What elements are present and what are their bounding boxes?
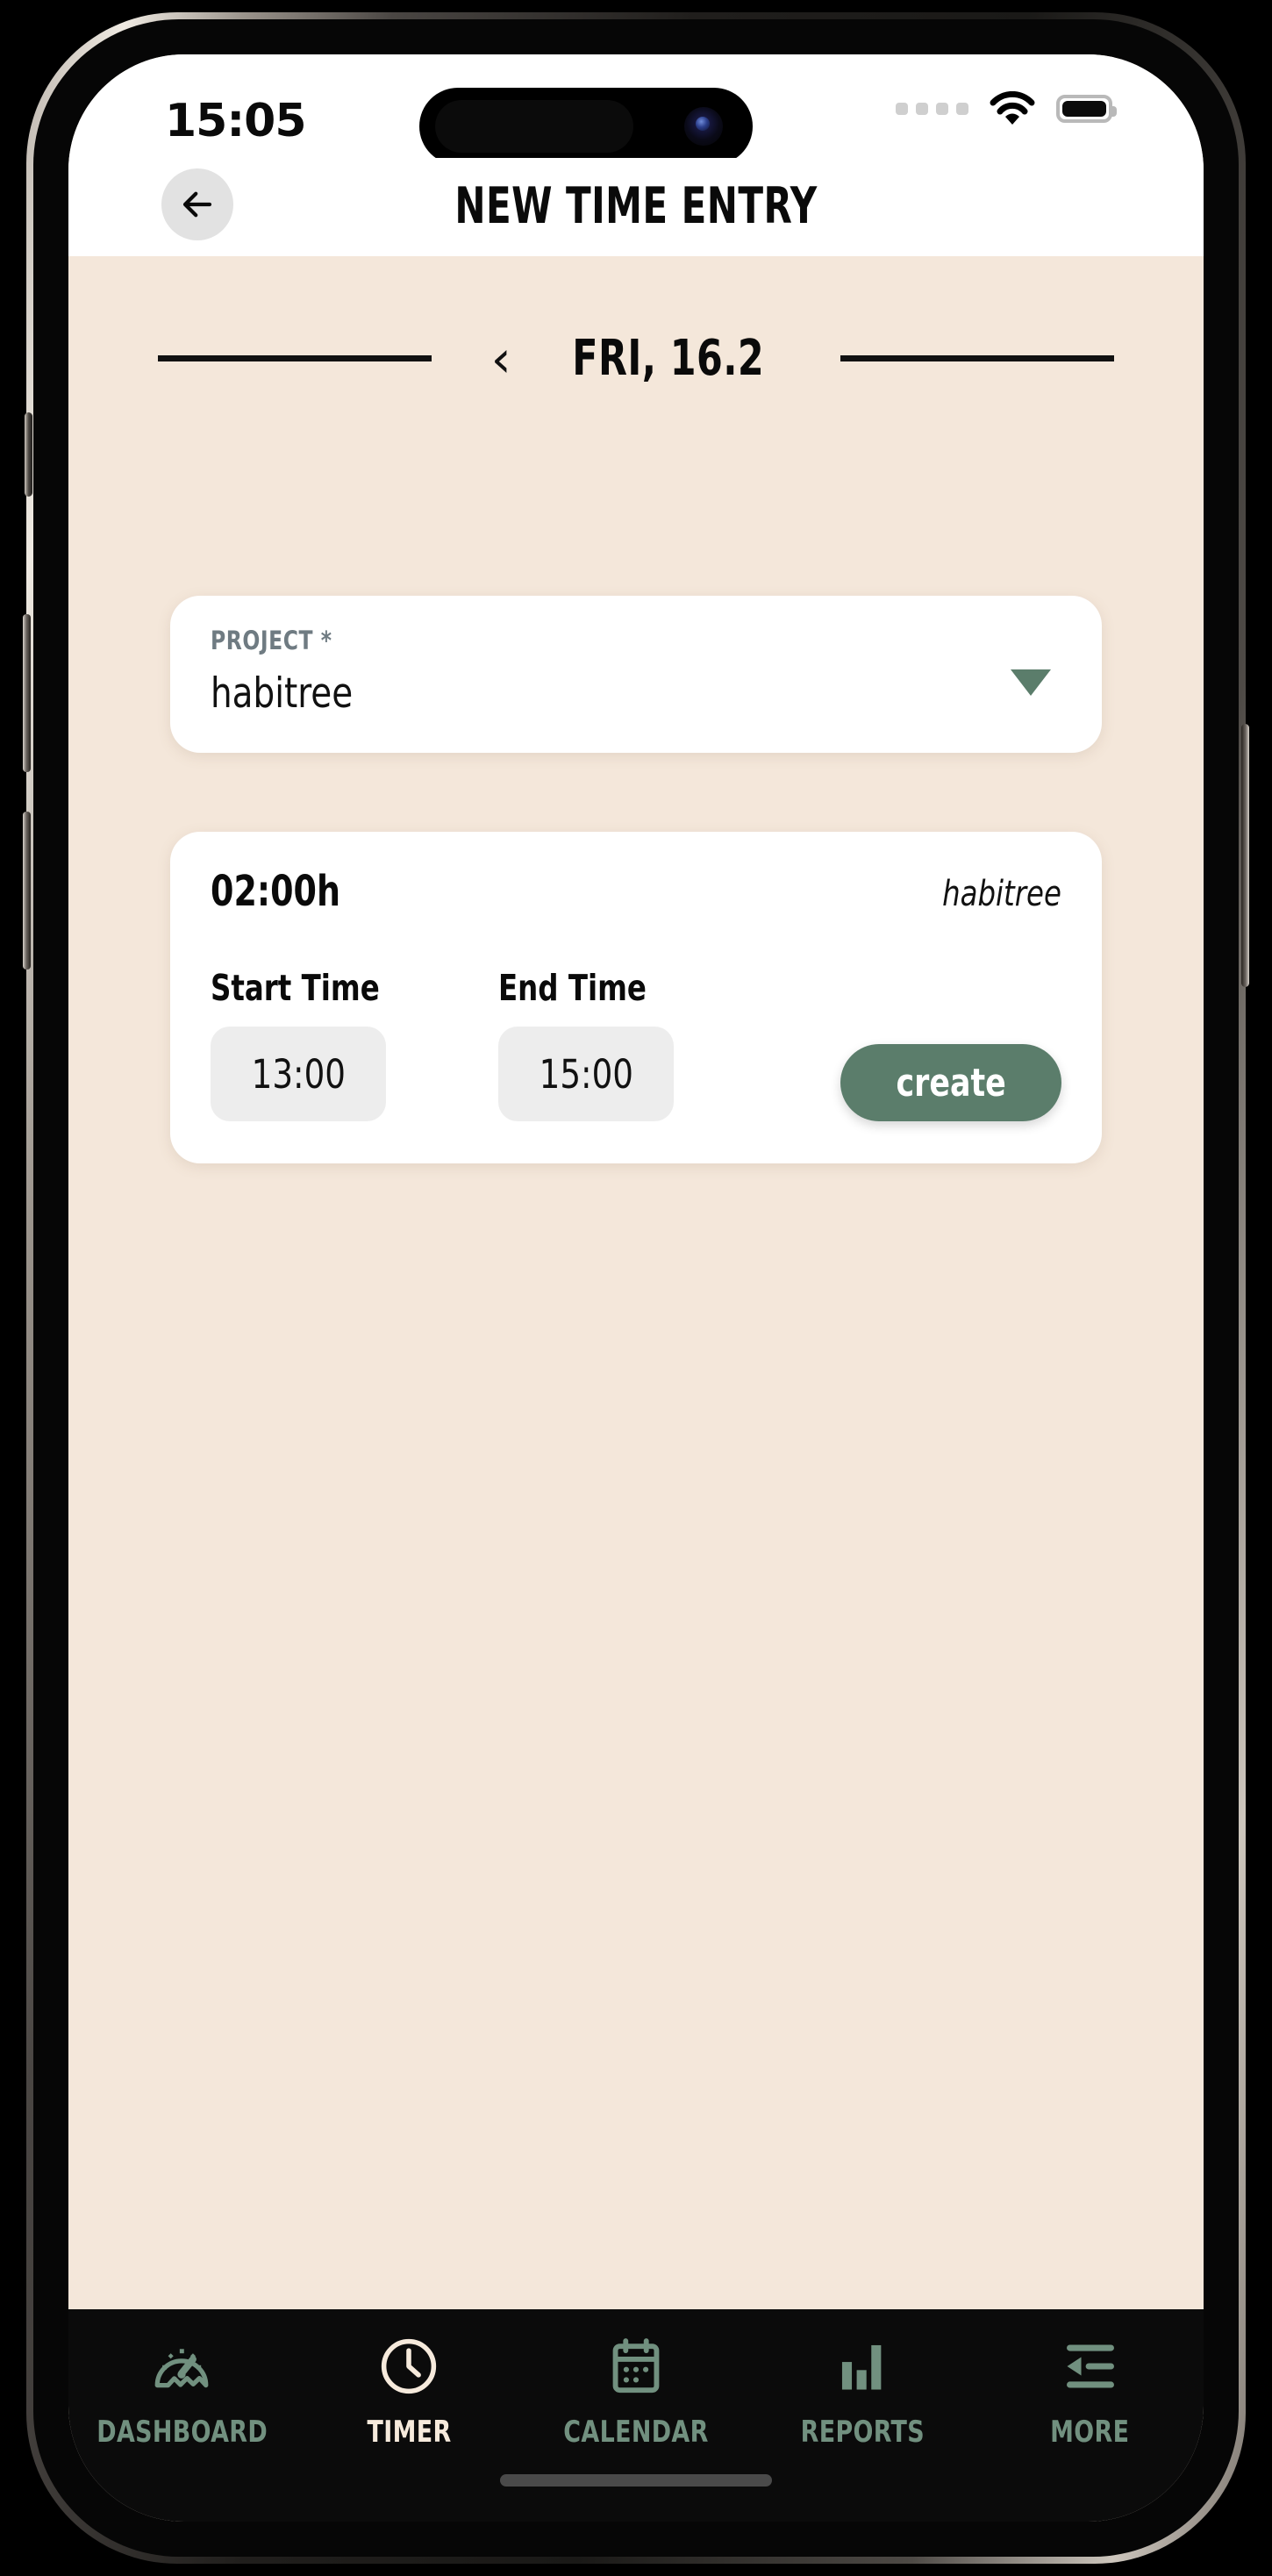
calendar-icon [604,2332,668,2401]
start-time-label: Start Time [211,967,380,1009]
start-time-value: 13:00 [251,1050,346,1098]
bar-chart-icon [831,2332,896,2401]
tab-dashboard-label: DASHBOARD [96,2415,268,2450]
app-header: NEW TIME ENTRY [68,158,1204,256]
volume-up-button[interactable] [23,614,31,772]
entry-project-name: habitree [942,874,1061,914]
current-date-label: FRI, 16.2 [572,330,765,387]
entry-duration: 02:00h [211,867,341,916]
date-navigator: ‹ FRI, 16.2 [68,256,1204,387]
project-field-value: habitree [211,669,354,718]
dynamic-island [419,88,753,165]
end-time-input[interactable]: 15:00 [498,1027,674,1121]
tab-more-label: MORE [1050,2415,1130,2450]
cellular-dots-icon [896,103,968,115]
chevron-left-icon[interactable]: ‹ [491,333,511,384]
power-button[interactable] [1241,724,1249,987]
tab-more[interactable]: MORE [976,2332,1204,2450]
volume-down-button[interactable] [23,812,31,970]
wifi-icon [990,90,1035,126]
bottom-tab-bar: DASHBOARD TIMER CALENDAR REPORTS MORE [68,2309,1204,2522]
project-select[interactable]: PROJECT * habitree [170,596,1102,753]
start-time-group: Start Time 13:00 [211,967,498,1121]
tab-reports[interactable]: REPORTS [749,2332,976,2450]
clock-icon [376,2332,441,2401]
home-indicator[interactable] [500,2474,772,2487]
end-time-value: 15:00 [539,1050,633,1098]
date-rule-left [157,355,432,361]
caret-down-icon[interactable] [1011,669,1051,696]
status-bar: 15:05 [68,54,1204,165]
tab-calendar-label: CALENDAR [563,2415,709,2450]
start-time-input[interactable]: 13:00 [211,1027,386,1121]
tab-calendar[interactable]: CALENDAR [523,2332,750,2450]
tab-timer[interactable]: TIMER [296,2332,523,2450]
main-content: ‹ FRI, 16.2 PROJECT * habitree 02:00h ha… [68,256,1204,2309]
time-entry-card: 02:00h habitree Start Time 13:00 End Tim… [170,832,1102,1163]
end-time-label: End Time [498,967,647,1009]
time-entry-header: 02:00h habitree [211,867,1061,916]
create-button-label: create [896,1060,1006,1106]
front-camera-icon [684,107,723,146]
dynamic-island-pill [435,100,633,153]
end-time-group: End Time 15:00 [498,967,786,1121]
status-bar-clock: 15:05 [165,95,307,147]
tab-reports-label: REPORTS [801,2415,925,2450]
date-rule-right [840,355,1115,361]
time-fields: Start Time 13:00 End Time 15:00 create [211,967,1061,1121]
project-field-label: PROJECT * [211,626,332,655]
status-bar-indicators [896,90,1117,126]
silence-switch[interactable] [25,412,32,497]
indent-decrease-icon [1058,2332,1123,2401]
gauge-icon [149,2332,214,2401]
battery-full-icon [1056,95,1117,123]
tab-dashboard[interactable]: DASHBOARD [68,2332,296,2450]
phone-screen: 15:05 NEW TIME ENTRY ‹ FRI, 16.2 PROJECT… [68,54,1204,2522]
create-button[interactable]: create [840,1044,1061,1121]
page-title: NEW TIME ENTRY [454,177,818,235]
tab-timer-label: TIMER [367,2415,452,2450]
phone-frame: 15:05 NEW TIME ENTRY ‹ FRI, 16.2 PROJECT… [0,0,1272,2576]
